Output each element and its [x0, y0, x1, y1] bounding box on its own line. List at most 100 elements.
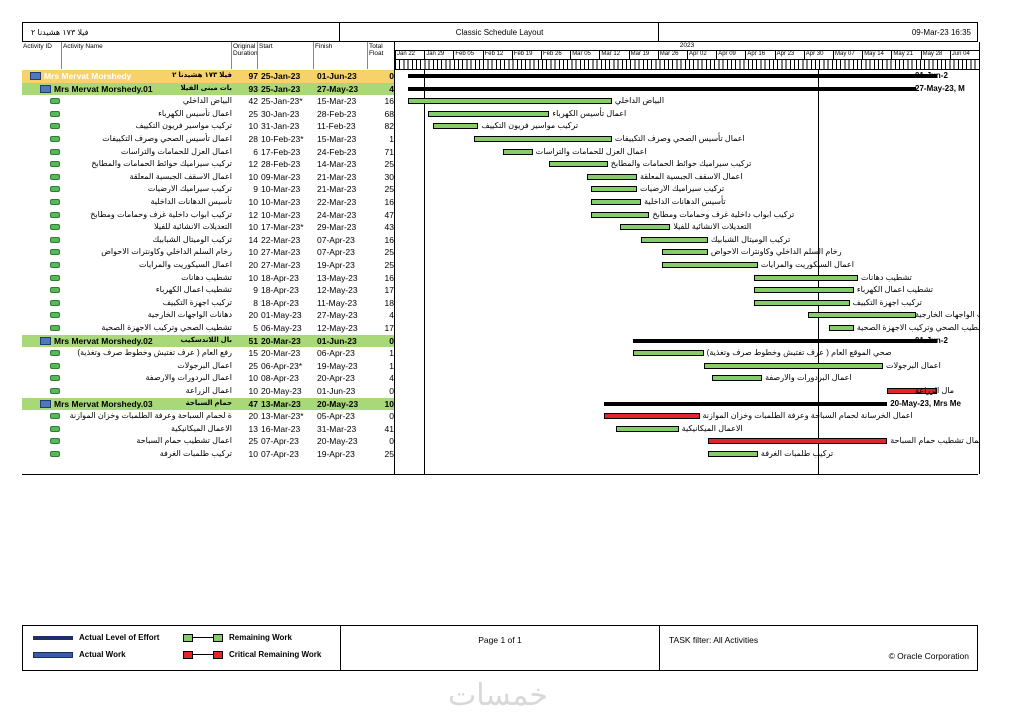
finish-date: 11-Feb-23	[317, 121, 356, 132]
activity-bar[interactable]	[549, 161, 608, 168]
start-date: 08-Apr-23	[261, 373, 299, 384]
start-date: 18-Apr-23	[261, 285, 299, 296]
activity-icon	[50, 350, 60, 357]
activity-row[interactable]: تركيب اجهزة التكييف 8 18-Apr-23 11-May-23 18	[22, 297, 394, 310]
original-duration: 20	[248, 310, 258, 321]
summary-bar[interactable]	[407, 86, 917, 91]
activity-bar[interactable]	[753, 274, 859, 281]
activity-row[interactable]: اعمال البردورات والارصفة 10 08-Apr-23 20-Ap…	[22, 372, 394, 385]
activity-bar[interactable]	[753, 287, 854, 294]
activity-bar[interactable]	[474, 136, 612, 142]
original-duration: 14	[248, 234, 258, 245]
copyright-text: © Oracle Corporation	[888, 651, 969, 661]
wbs-row[interactable]: Mrs Mervat Morshedy.03 حمام السباحة 47 13-M…	[22, 397, 394, 411]
total-float: 0	[389, 386, 394, 396]
col-total-float[interactable]: Total Float	[368, 42, 394, 69]
activity-row[interactable]: دهانات الواجهات الخارجية 20 01-May-23 27-Ma…	[22, 309, 394, 322]
activity-bar[interactable]	[707, 451, 758, 457]
activity-bar[interactable]	[661, 249, 708, 256]
wbs-row[interactable]: Mrs Mervat Morshedy فيلا ١٧٣ هشيدنا ٢ 97 25…	[22, 70, 394, 83]
finish-date: 21-Mar-23	[317, 184, 357, 195]
activity-row[interactable]: تركيب مواسير فريون التكييف 10 31-Jan-23 11-…	[22, 120, 394, 133]
activity-row[interactable]: التعديلات الانشائية للفيلا 10 17-Mar-23* 29…	[22, 221, 394, 234]
activity-row[interactable]: تركيب ابواب داخلية غرف وحمامات ومطابخ 12 1…	[22, 209, 394, 222]
wbs-row[interactable]: Mrs Mervat Morshedy.01 بات مبنى الفيلا 93 2…	[22, 82, 394, 96]
activity-bar[interactable]	[807, 312, 917, 319]
summary-bar[interactable]	[632, 338, 938, 343]
original-duration: 13	[248, 423, 258, 434]
activity-bar[interactable]	[428, 110, 550, 117]
activity-bar[interactable]	[632, 350, 704, 357]
summary-bar[interactable]	[603, 401, 888, 406]
activity-row[interactable]: تشطيب دهانات 10 18-Apr-23 13-May-23 16	[22, 272, 394, 285]
activity-row[interactable]: رخام السلم الداخلي وكاونترات الاحواض 10 27…	[22, 246, 394, 259]
activity-bar[interactable]	[712, 375, 763, 382]
activity-icon	[50, 98, 60, 105]
legend-label-remaining: Remaining Work	[229, 633, 292, 642]
activity-row[interactable]: تشطيب اعمال الكهرباء 9 18-Apr-23 12-May-23 1…	[22, 284, 394, 297]
activity-row[interactable]: اعمال تشطيب حمام السباحة 25 07-Apr-23 20-Ma…	[22, 435, 394, 448]
activity-row[interactable]: اعمال العزل للحمامات والتراسات 6 17-Feb-23…	[22, 146, 394, 159]
activity-bar[interactable]	[620, 224, 671, 231]
activity-row[interactable]: اعمال تأسيس الصحي وصرف التكييفات 28 10-Feb…	[22, 133, 394, 146]
critical-activity-bar[interactable]	[707, 438, 888, 445]
activity-bar[interactable]	[503, 148, 533, 155]
activity-row[interactable]: الاعمال الميكانيكية 13 16-Mar-23 31-Mar-23 4…	[22, 423, 394, 436]
critical-activity-bar[interactable]	[603, 413, 700, 420]
finish-date: 07-Apr-23	[317, 247, 355, 258]
activity-bar[interactable]	[828, 325, 854, 331]
col-activity-id[interactable]: Activity ID	[22, 42, 62, 69]
activity-icon	[50, 236, 60, 243]
activity-icon	[50, 425, 60, 432]
activity-bar[interactable]	[586, 173, 637, 180]
activity-row[interactable]: اعمال تأسيس الكهرباء 25 30-Jan-23 28-Feb-23…	[22, 108, 394, 121]
bar-label: اعمال تشطيب حمام السباحة	[890, 436, 980, 446]
activity-bar[interactable]	[616, 425, 679, 432]
bar-label: تشطيب الصحي وتركيب الاجهزة الصحية	[856, 323, 980, 332]
activity-name: تركيب اجهزة التكييف	[162, 297, 232, 307]
bar-label: اعمال البرجولات	[886, 360, 941, 370]
timeline-week-label: Apr 09	[716, 50, 745, 59]
activity-row[interactable]: اعمال الاسقف الجبسية المعلقة 10 09-Mar-23 2…	[22, 171, 394, 184]
activity-bar[interactable]	[591, 211, 650, 218]
bar-label: اعمال السيكوريت والمرايات	[760, 260, 854, 269]
activity-bar[interactable]	[661, 262, 758, 268]
original-duration: 93	[248, 83, 258, 94]
total-float: 10	[384, 398, 394, 409]
activity-row[interactable]: تشطيب الصحي وتركيب الاجهزة الصحية 5 06-May…	[22, 322, 394, 335]
finish-date: 27-May-23	[317, 83, 359, 94]
activity-name: اعمال البردورات والارصفة	[145, 373, 233, 383]
col-original-duration[interactable]: Original Duration	[232, 42, 258, 69]
activity-row[interactable]: تركيب سيراميك حوائط الحمامات والمطابخ 12 2…	[22, 158, 394, 171]
col-start[interactable]: Start	[258, 42, 314, 69]
activity-icon	[50, 312, 60, 319]
activity-bar[interactable]	[591, 199, 642, 205]
activity-row[interactable]: رفع العام ( عرف تفتيش وخطوط صرف وتغذية) 1…	[22, 347, 394, 360]
activity-row[interactable]: تركيب طلمبات الغرفة 10 07-Apr-23 19-Apr-23 2…	[22, 448, 394, 461]
activity-bar[interactable]	[591, 186, 637, 193]
activity-row[interactable]: ة لحمام السباحة وعرفة الطلمبات وخزان الم…	[22, 410, 394, 423]
wbs-row[interactable]: Mrs Mervat Morshedy.02 بال اللاندسكيب 51 20…	[22, 334, 394, 348]
finish-date: 19-May-23	[317, 360, 358, 371]
original-duration: 10	[248, 449, 258, 459]
activity-bar[interactable]	[753, 299, 850, 306]
activity-row[interactable]: اعمال البرجولات 25 06-Apr-23* 19-May-23 1	[22, 360, 394, 373]
bar-label: تشطيب دهانات	[861, 272, 912, 282]
activity-row[interactable]: تركيب سيراميك الارضيات 9 10-Mar-23 21-Mar-2…	[22, 183, 394, 196]
activity-bar[interactable]	[432, 123, 479, 130]
activity-row[interactable]: اعمال السيكوريت والمرايات 20 27-Mar-23 19-A…	[22, 259, 394, 272]
activity-row[interactable]: تأسيس الدهانات الداخلية 10 10-Mar-23 22-Mar…	[22, 196, 394, 209]
finish-date: 05-Apr-23	[317, 411, 355, 422]
activity-bar[interactable]	[407, 98, 612, 105]
activity-row[interactable]: البياض الداخلي 42 25-Jan-23* 15-Mar-23 16	[22, 95, 394, 108]
summary-bar[interactable]	[407, 74, 938, 78]
activity-row[interactable]: تركيب الوميتال الشبابيك 14 22-Mar-23 07-Apr…	[22, 234, 394, 247]
activity-bar[interactable]	[703, 362, 884, 369]
start-date: 27-Mar-23	[261, 260, 301, 270]
activity-bar[interactable]	[641, 236, 708, 243]
bar-label: 01-Jun-2	[915, 71, 948, 80]
activity-row[interactable]: اعمال الزراعة 10 20-May-23 01-Jun-23 0	[22, 385, 394, 398]
bar-label: اعمال العزل للحمامات والتراسات	[535, 146, 647, 156]
col-finish[interactable]: Finish	[314, 42, 368, 69]
col-activity-name[interactable]: Activity Name	[62, 42, 232, 69]
